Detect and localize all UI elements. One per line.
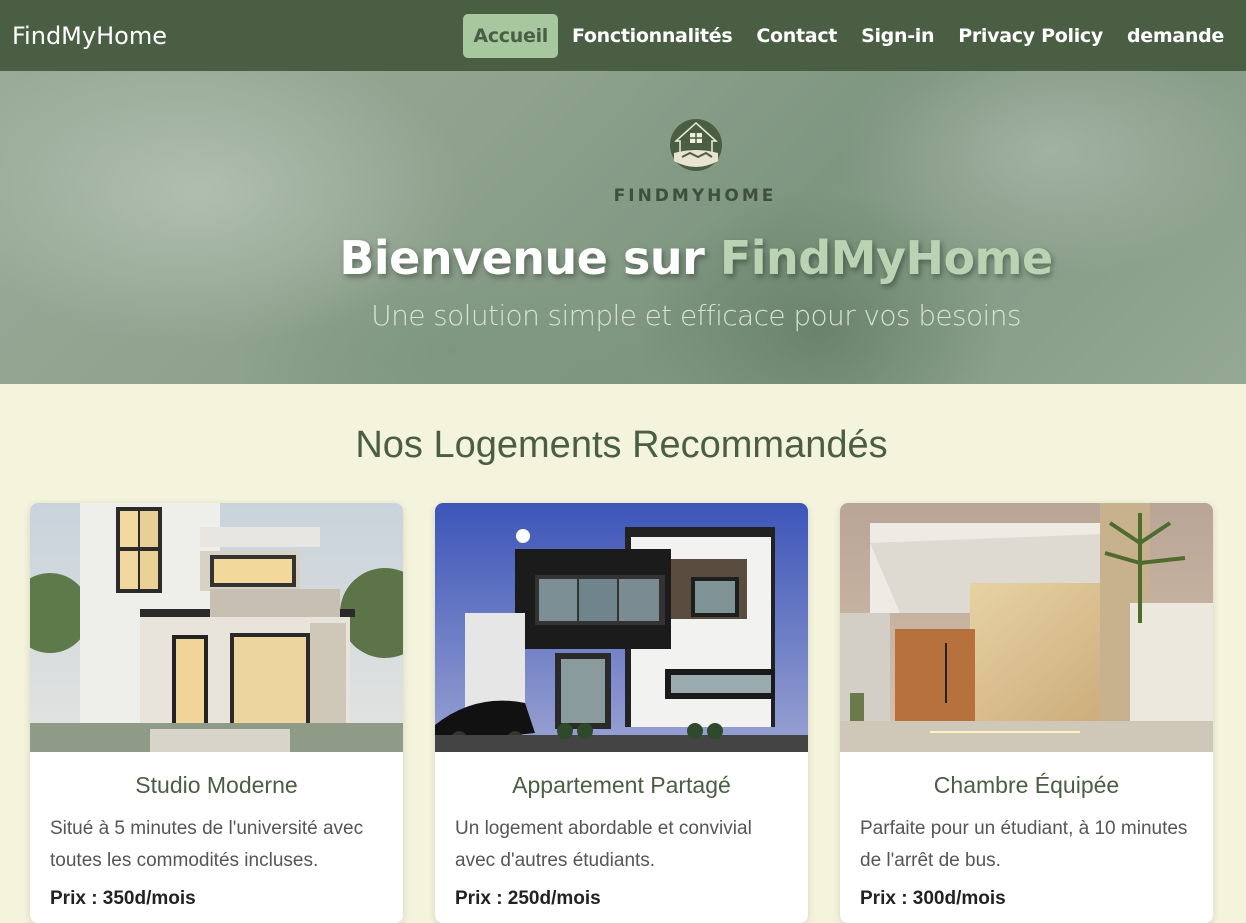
hero-banner: FINDMYHOME Bienvenue sur FindMyHome Une … — [0, 71, 1246, 384]
listing-title: Chambre Équipée — [933, 772, 1120, 798]
listing-title: Studio Moderne — [135, 772, 298, 798]
nav-link-contact[interactable]: Contact — [746, 14, 847, 58]
nav-link-fonctionnalites[interactable]: Fonctionnalités — [562, 14, 742, 58]
nav-link-demande[interactable]: demande — [1117, 14, 1234, 58]
logo-wordmark: FINDMYHOME — [613, 186, 777, 206]
listing-card[interactable]: Studio Moderne Situé à 5 minutes de l'un… — [30, 503, 403, 923]
hero-title-highlight: FindMyHome — [719, 231, 1053, 285]
hero-title: Bienvenue sur FindMyHome — [0, 231, 1246, 285]
listing-title: Appartement Partagé — [512, 772, 731, 798]
section-title: Nos Logements Recommandés — [355, 424, 888, 466]
listing-image-studio — [30, 503, 403, 752]
listing-image-appartement — [435, 503, 808, 752]
listing-price: Prix : 250d/mois — [455, 888, 601, 909]
hero-title-prefix: Bienvenue sur — [339, 231, 705, 285]
nav-link-sign-in[interactable]: Sign-in — [851, 14, 944, 58]
listing-description: Parfaite pour un étudiant, à 10 minutes … — [860, 818, 1188, 871]
nav-links: Accueil Fonctionnalités Contact Sign-in … — [463, 13, 1234, 58]
listing-image-chambre — [840, 503, 1213, 752]
navbar: FindMyHome Accueil Fonctionnalités Conta… — [0, 0, 1246, 71]
nav-link-accueil[interactable]: Accueil — [463, 13, 558, 58]
nav-link-privacy-policy[interactable]: Privacy Policy — [948, 14, 1113, 58]
listing-card[interactable]: Appartement Partagé Un logement abordabl… — [435, 503, 808, 923]
listing-price: Prix : 300d/mois — [860, 888, 1006, 909]
brand-link[interactable]: FindMyHome — [12, 22, 167, 50]
house-handshake-logo-icon — [670, 119, 722, 171]
listing-description: Un logement abordable et convivial avec … — [455, 818, 752, 871]
hero-subtitle: Une solution simple et efficace pour vos… — [371, 299, 1021, 332]
listing-price: Prix : 350d/mois — [50, 888, 196, 909]
listing-card[interactable]: Chambre Équipée Parfaite pour un étudian… — [840, 503, 1213, 923]
listing-description: Situé à 5 minutes de l'université avec t… — [50, 818, 364, 871]
